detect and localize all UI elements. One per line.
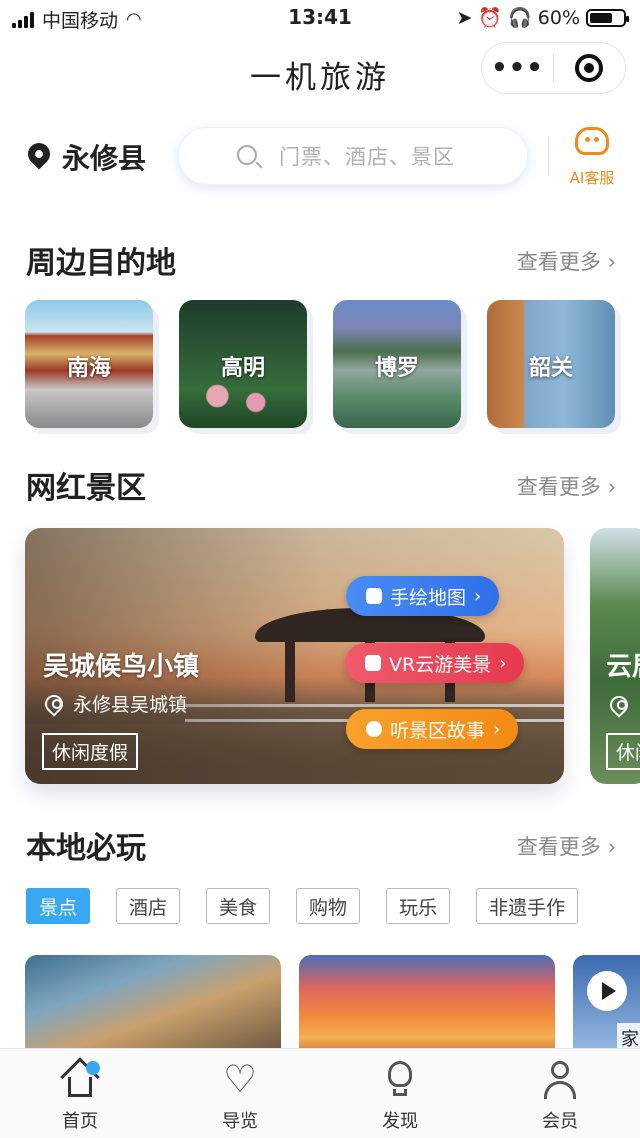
bottom-tab-bar: 首页 ♡ 导览 发现 会员 xyxy=(0,1048,640,1138)
local-more-link[interactable]: 查看更多 › xyxy=(517,831,616,861)
section-title-text: 网红景区 xyxy=(26,471,146,506)
popular-more-link[interactable]: 查看更多 › xyxy=(517,471,616,501)
category-tab-fun[interactable]: 玩乐 xyxy=(386,888,451,924)
search-input[interactable]: 门票、酒店、景区 xyxy=(178,127,528,185)
tab-home[interactable]: 首页 xyxy=(0,1049,160,1138)
more-menu-icon[interactable]: ••• xyxy=(482,55,553,81)
tab-label: 发现 xyxy=(382,1111,418,1132)
lightbulb-icon xyxy=(380,1059,420,1099)
destination-card[interactable]: 博罗 xyxy=(333,300,461,428)
pill-label: 手绘地图 xyxy=(390,586,467,609)
vr-tour-button[interactable]: VR云游美景 › xyxy=(345,643,525,683)
more-text: 查看更多 xyxy=(516,250,601,274)
featured-scenic-card-next[interactable]: 云居 休闲 xyxy=(590,528,640,784)
robot-icon xyxy=(575,127,609,155)
location-city: 永修县 xyxy=(62,142,147,175)
status-right: ➤ ⏰ 🎧 60% xyxy=(456,6,629,29)
destination-card[interactable]: 南海 xyxy=(25,300,153,428)
search-divider xyxy=(548,136,549,176)
location-selector[interactable]: 永修县 xyxy=(23,137,147,177)
home-icon xyxy=(60,1057,100,1099)
category-tab-food[interactable]: 美食 xyxy=(206,888,271,924)
destination-name: 南海 xyxy=(66,356,111,381)
vr-icon xyxy=(365,655,381,671)
category-tabs: 景点 酒店 美食 购物 玩乐 非遗手作 xyxy=(26,888,579,924)
location-arrow-icon: ➤ xyxy=(456,6,473,29)
scenic-location-text: 永修县吴城镇 xyxy=(73,694,188,716)
category-tab-shopping[interactable]: 购物 xyxy=(296,888,361,924)
battery-percent: 60% xyxy=(537,6,580,29)
hand-drawn-map-button[interactable]: 手绘地图 › xyxy=(346,576,500,616)
search-icon xyxy=(237,145,257,165)
target-icon xyxy=(575,54,604,82)
close-miniprogram-button[interactable] xyxy=(554,54,625,82)
ai-service-button[interactable]: AI客服 xyxy=(562,127,622,188)
destination-name: 韶关 xyxy=(528,356,573,381)
miniprogram-capsule: ••• xyxy=(481,42,626,94)
chevron-right-icon: › xyxy=(493,718,501,740)
destination-card[interactable]: 韶关 xyxy=(487,300,615,428)
local-section-header: 本地必玩 查看更多 › xyxy=(26,823,616,867)
ai-service-label: AI客服 xyxy=(569,169,615,187)
scenic-tag: 休闲度假 xyxy=(42,733,139,770)
more-text: 查看更多 xyxy=(516,835,601,859)
tab-label: 会员 xyxy=(542,1111,578,1132)
section-title-text: 本地必玩 xyxy=(26,831,146,866)
destination-card[interactable]: 高明 xyxy=(179,300,307,428)
nearby-section-header: 周边目的地 查看更多 › xyxy=(26,238,616,282)
local-section-title: 本地必玩 xyxy=(26,823,146,867)
audio-story-button[interactable]: 听景区故事 › xyxy=(346,709,519,749)
chevron-right-icon: › xyxy=(499,652,507,674)
location-pin-icon xyxy=(606,692,632,718)
user-icon xyxy=(540,1059,580,1099)
heart-icon: ♡ xyxy=(222,1057,258,1101)
tab-member[interactable]: 会员 xyxy=(480,1049,640,1138)
destination-name: 博罗 xyxy=(374,356,419,381)
headphones-icon: 🎧 xyxy=(508,7,532,29)
alarm-icon: ⏰ xyxy=(478,7,503,29)
chevron-right-icon: › xyxy=(474,585,482,607)
nearby-more-link[interactable]: 查看更多 › xyxy=(517,246,616,276)
status-bar: 中国移动 ◠ 13:41 ➤ ⏰ 🎧 60% xyxy=(0,0,640,34)
map-icon xyxy=(366,588,382,604)
popular-section-header: 网红景区 查看更多 › xyxy=(26,463,616,507)
tab-guide[interactable]: ♡ 导览 xyxy=(160,1049,320,1138)
pill-label: 听景区故事 xyxy=(390,719,486,742)
nearby-section-title: 周边目的地 xyxy=(26,238,176,282)
scenic-name: 云居 xyxy=(606,652,640,682)
category-tab-hotels[interactable]: 酒店 xyxy=(116,888,181,924)
tab-label: 导览 xyxy=(222,1111,258,1132)
category-tab-crafts[interactable]: 非遗手作 xyxy=(476,888,579,924)
audio-icon xyxy=(366,721,382,737)
category-tab-spots[interactable]: 景点 xyxy=(26,888,91,924)
destination-name: 高明 xyxy=(220,356,265,381)
battery-icon xyxy=(586,8,629,27)
play-icon[interactable] xyxy=(587,971,627,1011)
location-pin-icon xyxy=(41,690,67,717)
popular-section-title: 网红景区 xyxy=(26,463,146,507)
more-text: 查看更多 xyxy=(516,475,601,499)
scenic-location: 永修县吴城镇 xyxy=(41,690,188,717)
scenic-tag: 休闲 xyxy=(606,733,640,770)
tab-discover[interactable]: 发现 xyxy=(320,1049,480,1138)
section-title-text: 周边目的地 xyxy=(26,246,176,281)
location-pin-icon xyxy=(23,138,55,171)
pill-label: VR云游美景 xyxy=(389,653,492,676)
tab-label: 首页 xyxy=(62,1111,98,1132)
search-placeholder: 门票、酒店、景区 xyxy=(279,145,455,169)
scenic-name: 吴城候鸟小镇 xyxy=(43,652,200,682)
